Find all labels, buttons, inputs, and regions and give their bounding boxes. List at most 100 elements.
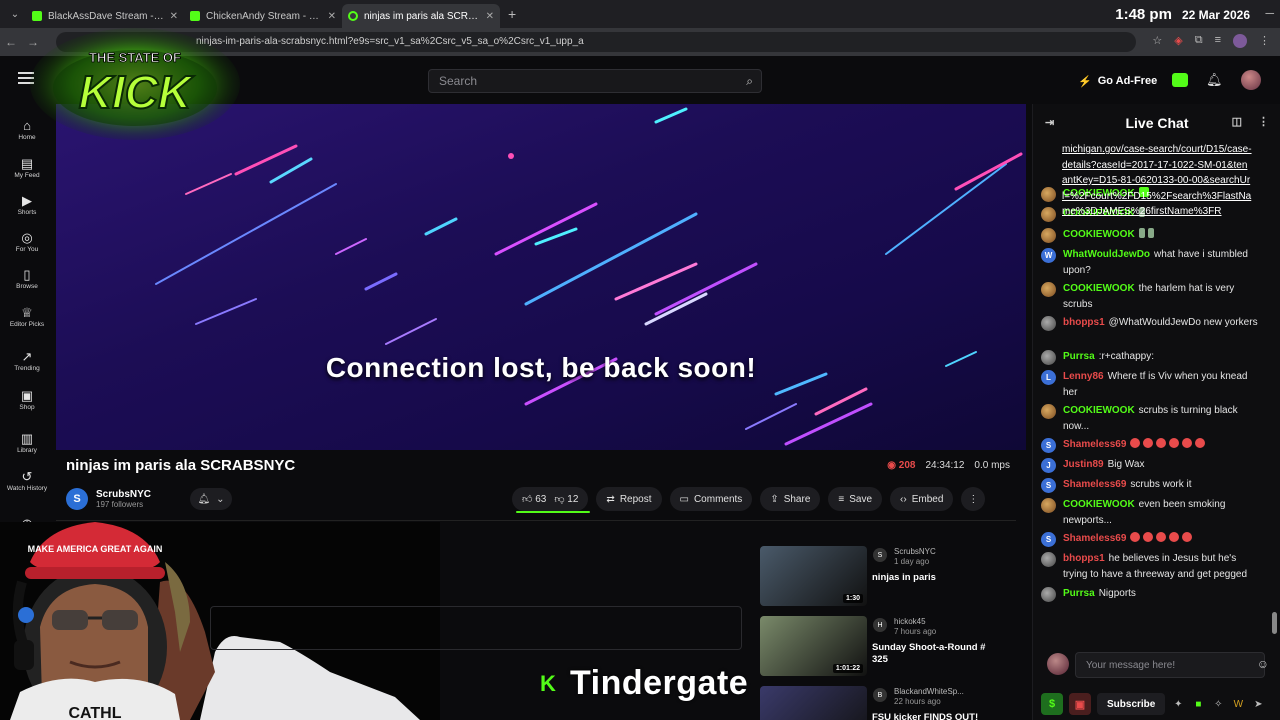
chat-menu-icon[interactable]: ⋮	[1258, 115, 1269, 128]
emoji-icon[interactable]: ☺	[1257, 657, 1269, 671]
send-icon[interactable]: ➤	[1251, 697, 1265, 711]
channel-name[interactable]: ScrubsNYC	[96, 489, 151, 500]
channel-avatar[interactable]: S	[66, 488, 88, 510]
close-tab-icon[interactable]: ✕	[328, 11, 336, 22]
chat-pinned-link[interactable]: michigan.gov/case-search/court/D15/case-…	[1062, 142, 1252, 220]
comment-icon: ▭	[679, 493, 689, 505]
notification-toggle-button[interactable]: 🔔︎ ⌄	[190, 488, 232, 510]
chat-username[interactable]: bhopps1	[1063, 553, 1105, 564]
emote-icon-3[interactable]: ✧	[1211, 697, 1225, 711]
channel-name[interactable]: ScrubsNYC	[894, 547, 936, 556]
chat-avatar: J	[1041, 458, 1056, 473]
tab-search-icon[interactable]: ⌄	[4, 4, 26, 24]
recommended-video[interactable]: 1:01:22 Hhickok45 7 hours ago Sunday Shoot-…	[760, 616, 1020, 678]
nav-item-editor-picks[interactable]: ♕ Editor Picks	[0, 305, 54, 329]
video-title[interactable]: ninjas in paris	[872, 572, 1002, 584]
close-tab-icon[interactable]: ✕	[486, 11, 494, 22]
video-player[interactable]: Connection lost, be back soon!	[56, 104, 1026, 450]
chat-scrollbar[interactable]	[1270, 142, 1278, 640]
nav-item-for-you[interactable]: ◎ For You	[0, 230, 54, 254]
video-thumbnail[interactable]: 1:30	[760, 546, 867, 606]
nav-item-my-feed[interactable]: ▤ My Feed	[0, 156, 54, 180]
stream-duration: 24:34:12	[925, 460, 965, 471]
browser-menu-icon[interactable]: ⋮	[1259, 34, 1270, 48]
repost-button[interactable]: ⇄ Repost	[596, 487, 662, 511]
browser-tab[interactable]: ChickenAndy Stream - Watch L ✕	[184, 4, 342, 28]
like-dislike-group: 👍︎ 63 👎︎ 12	[512, 487, 591, 513]
channel-avatar[interactable]: H	[873, 618, 887, 632]
bell-icon[interactable]: 🔔︎	[1206, 72, 1223, 88]
chat-username[interactable]: Lenny86	[1063, 371, 1104, 382]
channel-avatar[interactable]: S	[873, 548, 887, 562]
repost-label: Repost	[619, 493, 652, 505]
video-thumbnail[interactable]: 1:01:22	[760, 616, 867, 676]
more-options-icon[interactable]: ⋮	[961, 487, 986, 511]
search-icon[interactable]: ⌕	[746, 74, 753, 89]
channel-name[interactable]: hickok45	[894, 617, 926, 626]
playlist-icon[interactable]: ≡	[1215, 34, 1221, 48]
emote-icon-1[interactable]: ✦	[1171, 697, 1185, 711]
subscribe-button[interactable]: Subscribe	[1097, 693, 1166, 715]
chat-username[interactable]: Justin89	[1063, 459, 1104, 470]
browse-icon: ▯	[23, 267, 31, 282]
dislike-button[interactable]: 👎︎ 12	[554, 493, 578, 505]
browser-tab[interactable]: BlackAssDave Stream - Watch L ✕	[26, 4, 184, 28]
like-button[interactable]: 👍︎ 63	[522, 493, 546, 505]
chat-username[interactable]: Purrsa	[1063, 351, 1095, 362]
nav-item-shop[interactable]: ▣ Shop	[0, 388, 54, 412]
chat-username[interactable]: Shameless69	[1063, 533, 1126, 544]
video-thumbnail[interactable]	[760, 686, 867, 720]
chat-message-input[interactable]	[1075, 652, 1265, 678]
collapse-chat-icon[interactable]: ⇥	[1045, 116, 1054, 129]
channel-avatar[interactable]: B	[873, 688, 887, 702]
gift-icon[interactable]	[1172, 73, 1188, 87]
extension-icon[interactable]: ◈	[1174, 34, 1182, 48]
recommended-video[interactable]: 1:30 S ScrubsNYC 1 day ago ninjas in paris	[760, 546, 1020, 608]
dollar-icon[interactable]: $	[1041, 693, 1063, 715]
target-icon: ◎	[21, 230, 33, 245]
tab-label: ChickenAndy Stream - Watch L	[206, 10, 322, 22]
profile-avatar[interactable]	[1233, 34, 1247, 48]
bookmark-star-icon[interactable]: ☆	[1152, 34, 1162, 48]
share-button[interactable]: ⇪ Share	[760, 487, 821, 511]
browser-tab[interactable]: ninjas im paris ala SCRABS ✕	[342, 4, 500, 28]
nav-item-watch-history[interactable]: ↺ Watch History	[0, 469, 54, 493]
video-title[interactable]: Sunday Shoot-a-Round # 325	[872, 642, 1002, 666]
back-icon[interactable]: ←	[0, 35, 22, 49]
nav-item-library[interactable]: ▥ Library	[0, 431, 54, 455]
chat-username[interactable]: COOKIEWOOK	[1063, 499, 1135, 510]
go-ad-free-button[interactable]: ⚡ Go Ad-Free	[1078, 70, 1157, 92]
nav-item-browse[interactable]: ▯ Browse	[0, 267, 54, 291]
embed-button[interactable]: ‹› Embed	[890, 487, 954, 511]
search-input[interactable]	[429, 70, 719, 92]
scrollbar-thumb[interactable]	[1272, 612, 1277, 634]
recommended-video[interactable]: B BlackandWhiteSp... 22 hours ago FSU kicke…	[760, 686, 1020, 720]
popout-icon[interactable]: ◫	[1232, 115, 1242, 128]
emote-icon-2[interactable]: ■	[1191, 697, 1205, 711]
channel-info[interactable]: S ScrubsNYC 197 followers	[66, 486, 151, 512]
minimize-icon[interactable]: ─	[1265, 6, 1274, 20]
chat-username[interactable]: Purrsa	[1063, 588, 1095, 599]
nav-item-shorts[interactable]: ▶ Shorts	[0, 193, 54, 217]
puzzle-icon[interactable]: ⧉	[1195, 34, 1203, 48]
chat-username[interactable]: WhatWouldJewDo	[1063, 249, 1150, 260]
emote-icon-4[interactable]: W	[1231, 697, 1245, 711]
video-title[interactable]: FSU kicker FINDS OUT!	[872, 712, 1002, 720]
chat-avatar	[1041, 587, 1056, 602]
chat-username[interactable]: Shameless69	[1063, 479, 1126, 490]
chat-username[interactable]: COOKIEWOOK	[1063, 283, 1135, 294]
chat-text: :r+cathappy:	[1098, 351, 1154, 362]
comments-button[interactable]: ▭ Comments	[669, 487, 753, 511]
video-stats: ◉ 208 24:34:12 0.0 mps	[887, 460, 1010, 471]
close-tab-icon[interactable]: ✕	[170, 11, 178, 22]
chat-username[interactable]: COOKIEWOOK	[1063, 229, 1135, 240]
save-button[interactable]: ≡ Save	[828, 487, 883, 511]
user-avatar[interactable]	[1240, 70, 1261, 90]
chat-username[interactable]: COOKIEWOOK	[1063, 405, 1135, 416]
chat-username[interactable]: bhopps1	[1063, 317, 1105, 328]
gift-sub-icon[interactable]: ▣	[1069, 693, 1091, 715]
channel-name[interactable]: BlackandWhiteSp...	[894, 687, 964, 696]
chat-username[interactable]: Shameless69	[1063, 439, 1126, 450]
new-tab-button[interactable]: +	[508, 6, 516, 22]
nav-item-trending[interactable]: ↗ Trending	[0, 349, 54, 373]
